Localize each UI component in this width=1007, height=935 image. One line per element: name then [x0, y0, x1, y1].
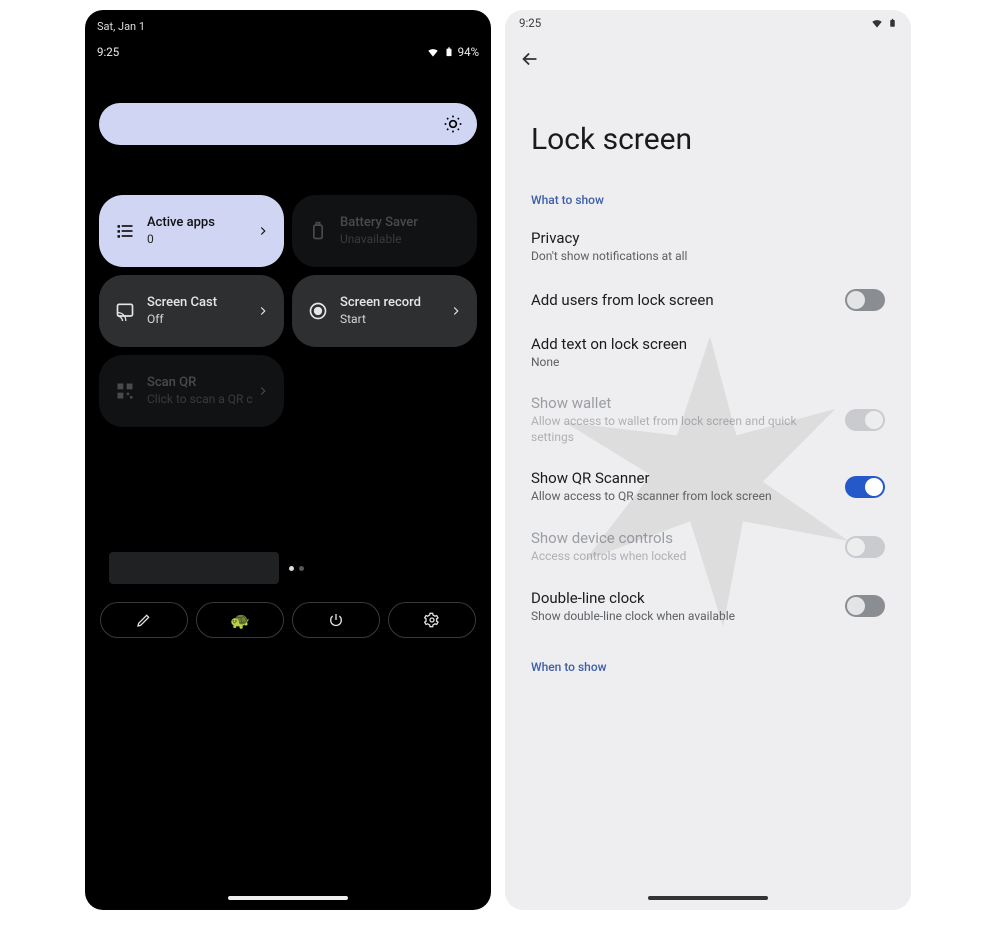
status-time: 9:25	[97, 45, 119, 59]
quick-settings-screen: Sat, Jan 1 9:25 94% Active apps 0	[85, 10, 491, 910]
settings-button[interactable]	[388, 602, 476, 638]
setting-title: Double-line clock	[531, 589, 735, 607]
setting-title: Privacy	[531, 229, 687, 247]
setting-add-text[interactable]: Add text on lock screen None	[505, 323, 911, 383]
tile-sub: Start	[340, 312, 421, 327]
toggle-add-users[interactable]	[845, 289, 885, 311]
battery-icon	[888, 16, 897, 30]
settings-icon	[424, 612, 440, 628]
setting-title: Add text on lock screen	[531, 335, 687, 353]
setting-double-line-clock[interactable]: Double-line clock Show double-line clock…	[505, 577, 911, 637]
toggle-show-qr[interactable]	[845, 476, 885, 498]
back-icon[interactable]	[519, 48, 541, 70]
battery-icon	[444, 45, 454, 59]
tile-sub: Click to scan a QR c	[147, 392, 253, 407]
toggle-show-wallet	[845, 409, 885, 431]
chevron-right-icon	[449, 304, 463, 318]
qr-icon	[115, 381, 135, 401]
dot	[299, 566, 304, 571]
qs-tiles: Active apps 0 Battery Saver Unavailable …	[99, 195, 477, 427]
toggle-device-controls	[845, 536, 885, 558]
chevron-right-icon	[256, 384, 270, 398]
record-icon	[308, 301, 328, 321]
tile-title: Active apps	[147, 215, 215, 231]
setting-show-qr[interactable]: Show QR Scanner Allow access to QR scann…	[505, 457, 911, 517]
tile-screen-cast[interactable]: Screen Cast Off	[99, 275, 284, 347]
setting-sub: Don't show notifications at all	[531, 249, 687, 265]
nav-handle[interactable]	[648, 896, 768, 900]
page-indicator	[289, 566, 304, 571]
brightness-slider[interactable]	[99, 103, 477, 145]
nav-handle[interactable]	[228, 896, 348, 900]
tile-title: Battery Saver	[340, 215, 418, 231]
setting-add-users[interactable]: Add users from lock screen	[505, 277, 911, 323]
tile-sub: Off	[147, 312, 217, 327]
section-when-to-show: When to show	[505, 652, 911, 684]
section-what-to-show: What to show	[505, 185, 911, 217]
chevron-right-icon	[256, 224, 270, 238]
wifi-icon	[426, 45, 440, 59]
toggle-double-line-clock[interactable]	[845, 595, 885, 617]
lock-screen-settings: 9:25 Lock screen What to show Privacy Do…	[505, 10, 911, 910]
dot-active	[289, 566, 294, 571]
setting-title: Show wallet	[531, 394, 829, 412]
user-button[interactable]: 🐢	[196, 602, 284, 638]
list-icon	[115, 221, 135, 241]
chevron-right-icon	[256, 304, 270, 318]
tile-active-apps[interactable]: Active apps 0	[99, 195, 284, 267]
wifi-icon	[870, 16, 884, 30]
setting-sub: Access controls when locked	[531, 549, 686, 565]
tile-title: Screen record	[340, 295, 421, 311]
setting-title: Show QR Scanner	[531, 469, 772, 487]
setting-title: Add users from lock screen	[531, 291, 714, 309]
setting-sub: Allow access to QR scanner from lock scr…	[531, 489, 772, 505]
tile-sub: Unavailable	[340, 232, 418, 247]
battery-icon	[308, 221, 328, 241]
tile-scan-qr[interactable]: Scan QR Click to scan a QR c	[99, 355, 284, 427]
tile-sub: 0	[147, 232, 215, 247]
edit-button[interactable]	[100, 602, 188, 638]
pencil-icon	[136, 612, 152, 628]
tile-battery-saver[interactable]: Battery Saver Unavailable	[292, 195, 477, 267]
page-title: Lock screen	[505, 82, 911, 185]
status-bar-date: Sat, Jan 1	[85, 10, 491, 35]
setting-show-wallet: Show wallet Allow access to wallet from …	[505, 382, 911, 457]
battery-percent: 94%	[458, 45, 479, 59]
setting-privacy[interactable]: Privacy Don't show notifications at all	[505, 217, 911, 277]
brightness-icon	[443, 114, 463, 134]
setting-device-controls: Show device controls Access controls whe…	[505, 517, 911, 577]
power-button[interactable]	[292, 602, 380, 638]
status-time: 9:25	[519, 16, 541, 30]
user-emoji: 🐢	[230, 611, 250, 630]
setting-sub: Show double-line clock when available	[531, 609, 735, 625]
status-icons: 94%	[426, 45, 479, 59]
setting-title: Show device controls	[531, 529, 686, 547]
status-bar: 9:25	[505, 10, 911, 30]
media-placeholder[interactable]	[109, 552, 279, 584]
tile-title: Screen Cast	[147, 295, 217, 311]
setting-sub: None	[531, 355, 687, 371]
setting-sub: Allow access to wallet from lock screen …	[531, 414, 829, 445]
status-bar: 9:25 94%	[85, 35, 491, 63]
cast-icon	[115, 301, 135, 321]
power-icon	[328, 612, 344, 628]
tile-screen-record[interactable]: Screen record Start	[292, 275, 477, 347]
tile-title: Scan QR	[147, 375, 253, 391]
